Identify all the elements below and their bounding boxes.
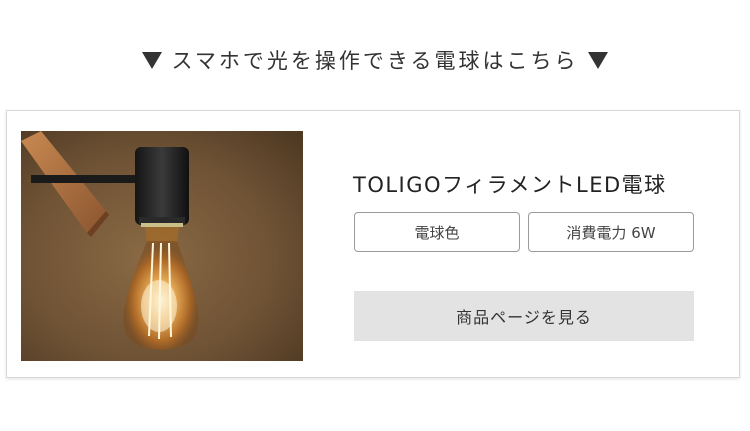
power-consumption-tag: 消費電力 6W bbox=[528, 212, 694, 252]
page: スマホで光を操作できる電球はこちら TOLIGOフィラメントLED電球 電球色 … bbox=[0, 0, 750, 431]
down-triangle-icon bbox=[588, 51, 609, 69]
color-temperature-tag: 電球色 bbox=[354, 212, 520, 252]
product-name: TOLIGOフィラメントLED電球 bbox=[353, 173, 667, 197]
down-triangle-icon bbox=[141, 51, 162, 69]
product-card: TOLIGOフィラメントLED電球 電球色 消費電力 6W 商品ページを見る bbox=[6, 110, 740, 378]
view-product-page-button[interactable]: 商品ページを見る bbox=[354, 291, 694, 341]
headline-text: スマホで光を操作できる電球はこちら bbox=[171, 49, 579, 73]
product-photo[interactable] bbox=[21, 131, 303, 361]
section-headline: スマホで光を操作できる電球はこちら bbox=[0, 41, 750, 79]
